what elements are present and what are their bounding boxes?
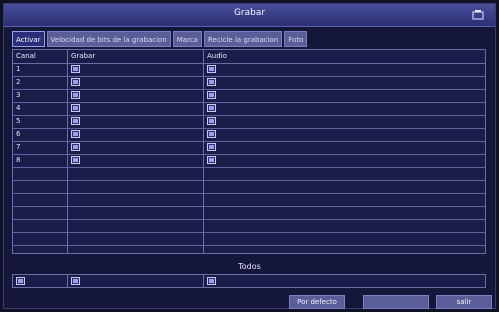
- todos-grabar-checkbox[interactable]: [71, 277, 80, 285]
- tab-strip: Activar Velocidad de bits de la grabacio…: [12, 31, 308, 47]
- header-audio: Audio: [207, 52, 227, 60]
- audio-checkbox[interactable]: [207, 91, 216, 99]
- todos-label: Todos: [238, 262, 261, 271]
- grabar-checkbox[interactable]: [71, 78, 80, 86]
- audio-checkbox[interactable]: [207, 130, 216, 138]
- todos-row: [12, 274, 486, 288]
- title-bar: Grabar: [4, 4, 495, 27]
- audio-checkbox[interactable]: [207, 78, 216, 86]
- canal-number: 5: [16, 117, 21, 125]
- canal-number: 3: [16, 91, 21, 99]
- table-row: [13, 180, 485, 194]
- table-row: [13, 193, 485, 207]
- audio-checkbox[interactable]: [207, 65, 216, 73]
- window-title: Grabar: [233, 8, 266, 18]
- tab-marca[interactable]: Marca: [172, 31, 202, 47]
- table-row: 4: [13, 102, 485, 116]
- table-header: Canal Grabar Audio: [13, 50, 485, 64]
- grabar-checkbox[interactable]: [71, 65, 80, 73]
- exit-button[interactable]: salir: [436, 295, 492, 309]
- table-row: 7: [13, 141, 485, 155]
- tab-activar[interactable]: Activar: [12, 31, 45, 47]
- table-row: [13, 232, 485, 246]
- table-row: [13, 219, 485, 233]
- grabar-checkbox[interactable]: [71, 156, 80, 164]
- audio-checkbox[interactable]: [207, 143, 216, 151]
- grabar-checkbox[interactable]: [71, 91, 80, 99]
- audio-checkbox[interactable]: [207, 156, 216, 164]
- table-row: 5: [13, 115, 485, 129]
- canal-number: 2: [16, 78, 21, 86]
- defaults-button[interactable]: Por defecto: [289, 295, 345, 309]
- header-canal: Canal: [16, 52, 36, 60]
- header-grabar: Grabar: [71, 52, 96, 60]
- todos-canal-checkbox[interactable]: [16, 277, 25, 285]
- table-row: 2: [13, 76, 485, 90]
- canal-number: 1: [16, 65, 21, 73]
- canal-number: 8: [16, 156, 21, 164]
- table-row: 1: [13, 63, 485, 77]
- channel-table: Canal Grabar Audio 1 2 3 4 5 6 7 8: [12, 49, 486, 254]
- table-row: [13, 167, 485, 181]
- close-icon[interactable]: [471, 8, 485, 22]
- apply-button[interactable]: [363, 295, 429, 309]
- table-row: [13, 206, 485, 220]
- audio-checkbox[interactable]: [207, 117, 216, 125]
- canal-number: 6: [16, 130, 21, 138]
- grabar-checkbox[interactable]: [71, 143, 80, 151]
- record-settings-window: Grabar Activar Velocidad de bits de la g…: [3, 3, 496, 309]
- column-divider: [203, 275, 204, 287]
- tab-foto[interactable]: Foto: [284, 31, 308, 47]
- close-icon-glyph: [472, 10, 484, 20]
- canal-number: 7: [16, 143, 21, 151]
- canal-number: 4: [16, 104, 21, 112]
- table-row: 8: [13, 154, 485, 168]
- grabar-checkbox[interactable]: [71, 117, 80, 125]
- todos-audio-checkbox[interactable]: [207, 277, 216, 285]
- grabar-checkbox[interactable]: [71, 130, 80, 138]
- table-row: 6: [13, 128, 485, 142]
- audio-checkbox[interactable]: [207, 104, 216, 112]
- tab-recicle-grabacion[interactable]: Recicle la grabacion: [203, 31, 283, 47]
- grabar-checkbox[interactable]: [71, 104, 80, 112]
- tab-velocidad-bits[interactable]: Velocidad de bits de la grabacion: [46, 31, 171, 47]
- table-row: 3: [13, 89, 485, 103]
- column-divider: [67, 275, 68, 287]
